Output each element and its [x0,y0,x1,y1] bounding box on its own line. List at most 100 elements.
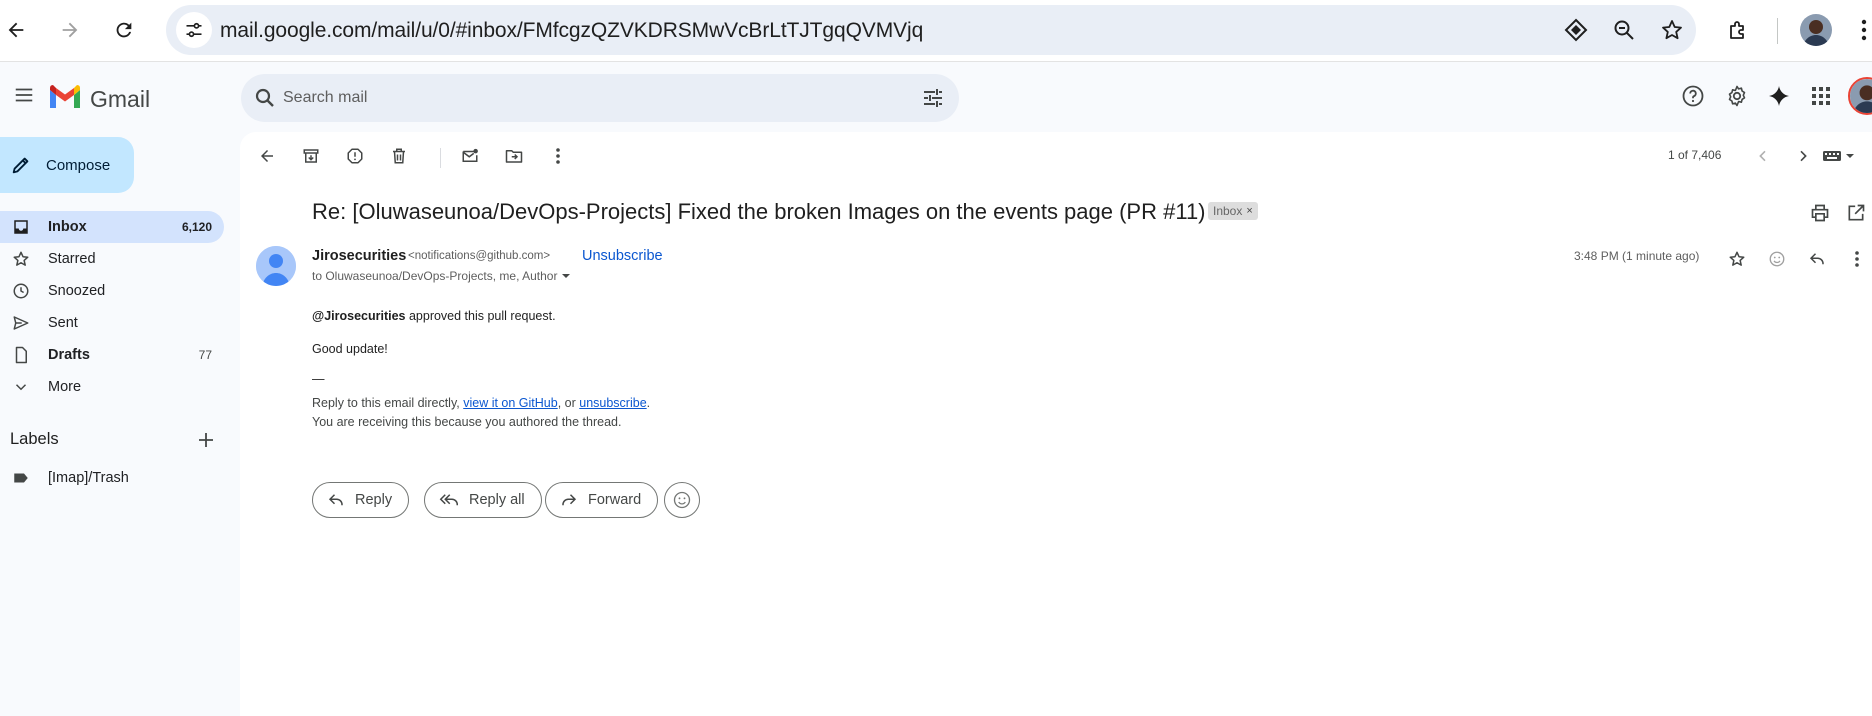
chevron-down-icon [11,377,31,397]
recipients-details[interactable]: to Oluwaseunoa/DevOps-Projects, me, Auth… [312,269,571,283]
compose-label: Compose [46,156,111,174]
zoom-icon[interactable] [1612,18,1636,42]
body-comment: Good update! [312,342,388,356]
gmail-logo-icon[interactable] [48,84,82,110]
add-reaction-emoji-icon[interactable] [1764,246,1790,272]
sidebar-item-drafts[interactable]: Drafts 77 [0,339,224,371]
account-avatar[interactable] [1848,77,1872,115]
send-icon [11,313,31,333]
bookmark-star-icon[interactable] [1660,18,1684,42]
body-approval-line: @Jirosecurities approved this pull reque… [312,309,556,323]
footer-suffix: . [646,396,651,410]
sidebar-item-label: Sent [48,315,78,331]
reply-button[interactable]: Reply [312,482,410,518]
labels-heading: Labels [10,430,59,448]
reply-all-button[interactable]: Reply all [424,482,542,518]
sidebar-item-snoozed[interactable]: Snoozed [0,275,224,307]
message-more-vertical-icon[interactable] [1844,246,1870,272]
apps-grid-icon[interactable] [1804,79,1838,113]
help-icon[interactable] [1676,79,1710,113]
sidebar-item-label: Snoozed [48,283,106,299]
sidebar-item-starred[interactable]: Starred [0,243,224,275]
sidebar-item-label: [Imap]/Trash [48,470,129,486]
smiley-icon [673,491,691,509]
footer-mid: , or [557,396,580,410]
message-pane: 1 of 7,406 Re: [Oluwaseunoa/DevOps-Proje… [240,132,1872,716]
archive-icon[interactable] [296,141,326,171]
toolbar-divider [1777,18,1778,44]
sidebar-item-label: Drafts [48,347,90,363]
profile-avatar[interactable] [1800,14,1832,46]
browser-menu-icon[interactable] [1856,14,1872,46]
extensions-icon[interactable] [1722,14,1754,46]
sidebar-label-imap-trash[interactable]: [Imap]/Trash [0,462,224,494]
pencil-icon [10,154,32,176]
add-label-plus-icon[interactable] [195,429,217,451]
sender-name[interactable]: Jirosecurities [312,248,406,264]
mention-text: @Jirosecurities [312,309,406,323]
view-on-github-link[interactable]: view it on GitHub [463,396,557,410]
sender-avatar[interactable] [256,246,296,286]
search-icon[interactable] [253,86,277,110]
caret-down-icon[interactable] [561,271,571,281]
chip-remove-icon[interactable]: × [1246,205,1252,217]
main-menu-icon[interactable] [4,75,44,115]
email-subject: Re: [Oluwaseunoa/DevOps-Projects] Fixed … [312,199,1206,224]
url-text[interactable]: mail.google.com/mail/u/0/#inbox/FMfcgzQZ… [220,19,923,43]
address-bar[interactable]: mail.google.com/mail/u/0/#inbox/FMfcgzQZ… [166,5,1696,55]
newer-chevron-left-icon[interactable] [1748,141,1778,171]
unsubscribe-footer-link[interactable]: unsubscribe [579,396,646,410]
reload-icon[interactable] [104,10,144,50]
site-info-icon[interactable] [176,12,212,48]
forward-arrow-icon [562,494,577,506]
back-to-inbox-icon[interactable] [252,141,282,171]
report-spam-icon[interactable] [340,141,370,171]
sender-email: <notifications@github.com> [408,250,551,262]
sidebar-item-more[interactable]: More [0,371,224,403]
forward-button[interactable]: Forward [545,482,659,518]
reply-all-label: Reply all [469,492,525,508]
older-chevron-right-icon[interactable] [1788,141,1818,171]
inbox-icon [11,217,31,237]
body-footer: Reply to this email directly, view it on… [312,394,650,432]
forward-label: Forward [588,492,642,508]
reply-all-icon [439,494,458,506]
sidebar-item-label: Starred [48,251,96,267]
sidebar-item-sent[interactable]: Sent [0,307,224,339]
reply-icon [328,494,343,506]
search-options-icon[interactable] [921,86,945,110]
back-icon[interactable] [0,10,36,50]
emoji-reaction-button[interactable] [664,482,700,518]
open-new-window-icon[interactable] [1844,201,1868,225]
move-to-folder-icon[interactable] [499,141,529,171]
settings-gear-icon[interactable] [1720,79,1754,113]
sidebar: Compose Inbox 6,120 Starred Snoozed Sent… [0,132,240,716]
unsubscribe-link[interactable]: Unsubscribe [582,248,663,264]
toolbar-divider [440,148,441,168]
label-icon [11,468,31,488]
approved-text: approved this pull request. [405,309,556,323]
search-input[interactable] [283,80,883,116]
star-message-icon[interactable] [1724,246,1750,272]
clock-icon [11,281,31,301]
gmail-wordmark[interactable]: Gmail [90,86,150,113]
sidebar-item-label: Inbox [48,219,87,235]
gmail-header: Gmail [0,62,1872,132]
delete-trash-icon[interactable] [384,141,414,171]
sidebar-item-inbox[interactable]: Inbox 6,120 [0,211,224,243]
reply-arrow-icon[interactable] [1804,246,1830,272]
lens-icon[interactable] [1564,18,1588,42]
unread-count: 6,120 [181,220,212,234]
mark-unread-icon[interactable] [455,141,485,171]
input-tools-keyboard-icon[interactable] [1816,141,1862,171]
forward-icon[interactable] [50,10,90,50]
inbox-label-chip[interactable]: Inbox × [1208,202,1258,220]
body-separator: — [312,372,325,386]
message-timestamp: 3:48 PM (1 minute ago) [1574,249,1700,263]
print-icon[interactable] [1808,201,1832,225]
gemini-sparkle-icon[interactable] [1762,79,1796,113]
compose-button[interactable]: Compose [0,137,134,193]
more-options-vertical-icon[interactable] [543,141,573,171]
search-bar[interactable] [241,74,959,122]
star-icon [11,249,31,269]
